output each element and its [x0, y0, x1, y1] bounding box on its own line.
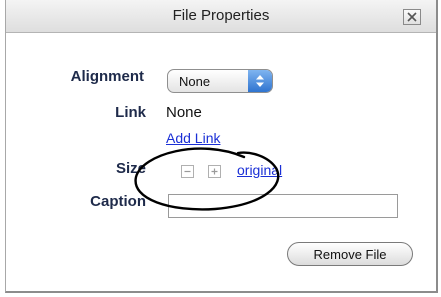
add-link[interactable]: Add Link [166, 130, 220, 146]
original-size-link[interactable]: original [237, 162, 282, 178]
title-bar: File Properties [6, 0, 436, 33]
close-button[interactable] [403, 9, 421, 25]
remove-file-button[interactable]: Remove File [287, 242, 413, 266]
minus-box-icon [184, 170, 191, 173]
alignment-label: Alignment [70, 68, 144, 85]
caption-input[interactable] [168, 194, 398, 218]
size-label: Size [115, 160, 146, 177]
close-icon [407, 12, 417, 22]
size-decrease-button[interactable] [181, 165, 194, 178]
plus-box-icon [211, 168, 218, 175]
up-down-arrows-icon [248, 70, 272, 92]
dialog-title: File Properties [172, 7, 270, 24]
size-increase-button[interactable] [208, 165, 221, 178]
alignment-select-value: None [179, 74, 211, 89]
link-label: Link [115, 104, 146, 121]
alignment-select[interactable]: None [167, 69, 273, 93]
link-value: None [166, 104, 202, 121]
caption-label: Caption [90, 193, 146, 210]
